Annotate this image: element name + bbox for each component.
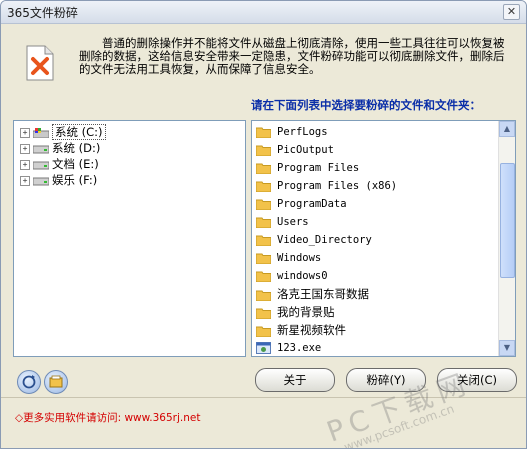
file-name: Windows bbox=[277, 252, 322, 264]
list-item[interactable]: Windows bbox=[256, 249, 321, 267]
file-name: 新星视频软件 bbox=[277, 323, 346, 337]
list-item[interactable]: 新星视频软件 bbox=[256, 321, 346, 339]
tree-item-drive-d[interactable]: + 系统 (D:) bbox=[20, 140, 100, 156]
title-bar[interactable]: 365文件粉碎 ✕ bbox=[1, 1, 526, 24]
list-item[interactable]: 123.exe bbox=[256, 339, 322, 356]
tree-item-label: 系统 (D:) bbox=[52, 141, 101, 155]
expand-icon[interactable]: + bbox=[20, 175, 30, 186]
scroll-down-icon[interactable]: ▼ bbox=[499, 340, 515, 356]
folder-icon bbox=[256, 145, 271, 156]
folder-icon bbox=[256, 271, 271, 282]
file-name: 洛克王国东哥数据 bbox=[277, 287, 369, 301]
file-name: 我的背景贴 bbox=[277, 305, 335, 319]
file-name: Program Files (x86) bbox=[277, 180, 398, 192]
list-item[interactable]: Program Files (x86) bbox=[256, 177, 397, 195]
about-button[interactable]: 关于 bbox=[255, 368, 335, 392]
vertical-scrollbar[interactable]: ▲ ▼ bbox=[498, 121, 515, 356]
folder-icon bbox=[256, 217, 271, 228]
folder-icon bbox=[256, 199, 271, 210]
list-item[interactable]: PerfLogs bbox=[256, 123, 328, 141]
drive-tree[interactable]: + 系统 (C:) + 系统 (D:) + 文档 (E:) + 娱乐 (F:) bbox=[13, 120, 246, 357]
folder-icon bbox=[256, 253, 271, 264]
list-item[interactable]: 我的背景贴 bbox=[256, 303, 335, 321]
drive-icon bbox=[33, 161, 49, 169]
close-window-button[interactable]: ✕ bbox=[503, 4, 520, 20]
description-text: 普通的删除操作并不能将文件从磁盘上彻底清除，使用一些工具往往可以恢复被删除的数据… bbox=[79, 36, 505, 76]
tree-item-label: 系统 (C:) bbox=[52, 124, 106, 140]
file-name: PicOutput bbox=[277, 144, 334, 156]
scroll-up-icon[interactable]: ▲ bbox=[499, 121, 515, 137]
main-window: 365文件粉碎 ✕ 普通的删除操作并不能将文件从磁盘上彻底清除，使用一些工具往往… bbox=[0, 0, 527, 449]
tree-item-drive-f[interactable]: + 娱乐 (F:) bbox=[20, 172, 97, 188]
list-item[interactable]: Users bbox=[256, 213, 309, 231]
file-name: PerfLogs bbox=[277, 126, 328, 138]
folder-icon bbox=[256, 163, 271, 174]
tree-item-drive-e[interactable]: + 文档 (E:) bbox=[20, 156, 99, 172]
folder-icon bbox=[256, 308, 271, 319]
scroll-thumb[interactable] bbox=[500, 163, 515, 278]
tree-item-drive-c[interactable]: + 系统 (C:) bbox=[20, 124, 106, 140]
footer-link[interactable]: ◇更多实用软件请访问: www.365rj.net bbox=[15, 410, 200, 425]
expand-icon[interactable]: + bbox=[20, 127, 30, 138]
tree-item-label: 娱乐 (F:) bbox=[52, 173, 98, 187]
folder-icon bbox=[256, 290, 271, 301]
client-area: 普通的删除操作并不能将文件从磁盘上彻底清除，使用一些工具往往可以恢复被删除的数据… bbox=[1, 24, 526, 448]
list-item[interactable]: 洛克王国东哥数据 bbox=[256, 285, 369, 303]
expand-icon[interactable]: + bbox=[20, 159, 30, 170]
list-item[interactable]: Video_Directory bbox=[256, 231, 372, 249]
folder-icon bbox=[256, 235, 271, 246]
list-item[interactable]: Program Files bbox=[256, 159, 359, 177]
file-name: Program Files bbox=[277, 162, 360, 174]
file-name: 123.exe bbox=[277, 342, 322, 354]
file-list[interactable]: PerfLogs PicOutput Program Files Program… bbox=[251, 120, 516, 357]
list-item[interactable]: windows0 bbox=[256, 267, 328, 285]
exe-file-icon bbox=[256, 342, 271, 354]
list-item[interactable]: PicOutput bbox=[256, 141, 334, 159]
document-delete-icon bbox=[26, 45, 54, 81]
drive-icon bbox=[33, 145, 49, 153]
folder-icon bbox=[256, 127, 271, 138]
open-file-icon-button[interactable] bbox=[44, 370, 68, 394]
window-title: 365文件粉碎 bbox=[7, 6, 78, 20]
refresh-icon-button[interactable] bbox=[17, 370, 41, 394]
file-name: Users bbox=[277, 216, 309, 228]
expand-icon[interactable]: + bbox=[20, 143, 30, 154]
list-item[interactable]: ProgramData bbox=[256, 195, 347, 213]
file-name: ProgramData bbox=[277, 198, 347, 210]
select-prompt: 请在下面列表中选择要粉碎的文件和文件夹： bbox=[251, 98, 481, 112]
tree-item-label: 文档 (E:) bbox=[52, 157, 99, 171]
drive-icon bbox=[33, 177, 49, 185]
file-name: windows0 bbox=[277, 270, 328, 282]
folder-icon bbox=[256, 181, 271, 192]
folder-icon bbox=[256, 326, 271, 337]
windows-drive-icon bbox=[33, 127, 49, 138]
file-name: Video_Directory bbox=[277, 234, 372, 246]
